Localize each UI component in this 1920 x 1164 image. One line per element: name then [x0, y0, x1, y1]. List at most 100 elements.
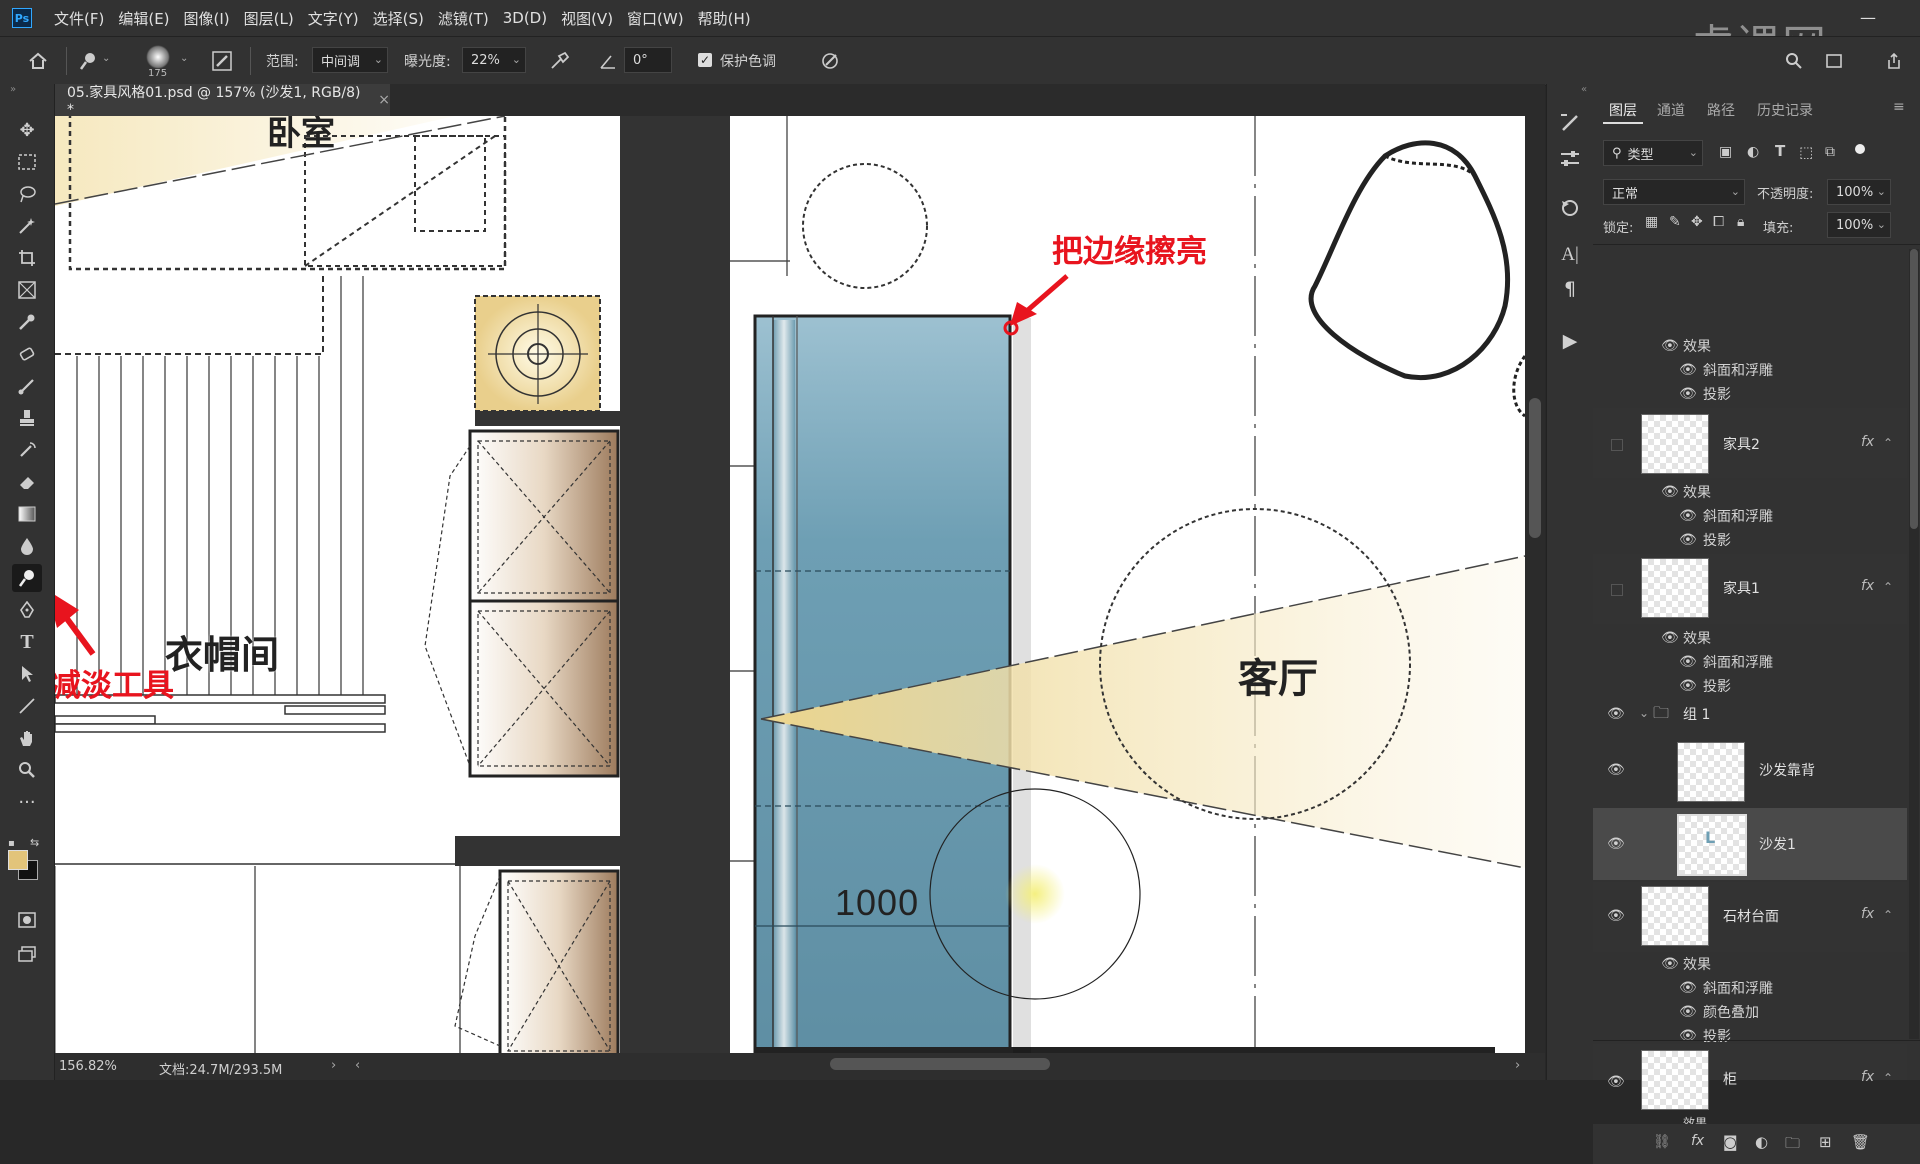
zoom-level[interactable]: 156.82% [59, 1059, 117, 1074]
lock-position-icon[interactable]: ✥ [1691, 214, 1703, 230]
layer-visibility-icon[interactable]: 👁︎ [1607, 706, 1625, 722]
adjustment-filter-icon[interactable]: ◐ [1747, 144, 1759, 160]
lock-all-icon[interactable]: 🔒︎ [1737, 214, 1744, 230]
shape-filter-icon[interactable]: ⬚ [1799, 143, 1813, 161]
brush-preview-icon[interactable] [146, 45, 170, 69]
line-tool-icon[interactable] [12, 692, 42, 720]
layer-row-sofa-back[interactable] [1593, 736, 1907, 806]
link-layers-icon[interactable]: ⛓︎ [1653, 1134, 1671, 1150]
menu-file[interactable]: 文件(F) [54, 8, 104, 29]
effect-visibility-icon[interactable]: 👁︎ [1679, 678, 1697, 694]
workspace-icon[interactable] [1822, 49, 1846, 73]
effect-visibility-icon[interactable]: 👁︎ [1661, 484, 1679, 500]
paragraph-panel-icon[interactable]: ¶ [1557, 276, 1583, 302]
effect-visibility-icon[interactable]: 👁︎ [1679, 532, 1697, 548]
scroll-left-icon[interactable]: ‹ [355, 1058, 360, 1073]
fill-input[interactable]: 100% ⌄ [1827, 212, 1891, 238]
layer-visibility-icon[interactable]: 👁︎ [1607, 762, 1625, 778]
airbrush-icon[interactable] [548, 49, 572, 73]
effect-bevel-emboss[interactable]: 斜面和浮雕 [1703, 652, 1773, 672]
effect-visibility-icon[interactable]: 👁︎ [1679, 508, 1697, 524]
adjustment-layer-icon[interactable]: ◐ [1755, 1133, 1768, 1151]
layers-scrollbar-thumb[interactable] [1910, 249, 1918, 529]
menu-image[interactable]: 图像(I) [184, 8, 230, 29]
chevron-up-icon[interactable]: ⌃ [1883, 908, 1893, 922]
chevron-down-icon[interactable]: ⌄ [102, 53, 110, 64]
horizontal-scrollbar-thumb[interactable] [830, 1058, 1050, 1070]
add-mask-icon[interactable]: ◙ [1723, 1133, 1738, 1151]
menu-3d[interactable]: 3D(D) [503, 9, 547, 27]
document-tab[interactable]: 05.家具风格01.psd @ 157% (沙发1, RGB/8) * × [55, 84, 390, 118]
layer-visibility-toggle[interactable] [1611, 584, 1623, 596]
effect-bevel-emboss[interactable]: 斜面和浮雕 [1703, 360, 1773, 380]
effect-visibility-icon[interactable]: 👁︎ [1679, 980, 1697, 996]
layer-row-sofa1[interactable] [1593, 808, 1907, 880]
new-group-icon[interactable]: 🗀︎ [1785, 1133, 1800, 1158]
chevron-right-icon[interactable]: › [331, 1058, 336, 1073]
close-tab-icon[interactable]: × [378, 92, 390, 108]
menu-select[interactable]: 选择(S) [373, 8, 424, 29]
eyedropper-tool-icon[interactable] [12, 308, 42, 336]
effect-visibility-icon[interactable]: 👁︎ [1661, 956, 1679, 972]
chevron-up-icon[interactable]: ⌃ [1883, 580, 1893, 594]
brush-settings-icon[interactable] [210, 49, 234, 73]
adjustments-panel-icon[interactable] [1557, 146, 1583, 172]
menu-view[interactable]: 视图(V) [561, 8, 613, 29]
type-filter-icon[interactable]: T [1775, 142, 1785, 160]
add-style-icon[interactable]: fx [1691, 1133, 1704, 1149]
character-panel-icon[interactable]: A| [1557, 242, 1583, 268]
vertical-scrollbar-thumb[interactable] [1529, 398, 1541, 538]
collapse-toolbar-icon[interactable]: » [10, 84, 16, 95]
vertical-scrollbar[interactable] [1525, 116, 1545, 1053]
angle-input[interactable]: 0° [624, 47, 672, 73]
effect-bevel-emboss[interactable]: 斜面和浮雕 [1703, 506, 1773, 526]
effect-drop-shadow[interactable]: 投影 [1703, 384, 1731, 404]
chevron-down-icon[interactable]: ⌄ [180, 53, 188, 64]
delete-layer-icon[interactable]: 🗑︎ [1851, 1133, 1870, 1151]
menu-filter[interactable]: 滤镜(T) [438, 8, 489, 29]
lock-transparency-icon[interactable]: ▦ [1645, 214, 1658, 230]
layer-visibility-toggle[interactable] [1611, 439, 1623, 451]
pen-tool-icon[interactable] [12, 596, 42, 624]
frame-tool-icon[interactable] [12, 276, 42, 304]
swap-colors-icon[interactable]: ⇆ [30, 836, 39, 849]
effect-drop-shadow[interactable]: 投影 [1703, 530, 1731, 550]
magic-wand-tool-icon[interactable] [12, 212, 42, 240]
quick-mask-icon[interactable] [12, 906, 42, 934]
lock-pixels-icon[interactable]: ✎ [1669, 214, 1681, 230]
tab-layers[interactable]: 图层 [1609, 100, 1637, 120]
share-icon[interactable] [1882, 49, 1906, 73]
default-colors-icon[interactable]: ▪ [8, 838, 15, 849]
effect-visibility-icon[interactable]: 👁︎ [1679, 362, 1697, 378]
pressure-size-icon[interactable] [818, 49, 842, 73]
effect-visibility-icon[interactable]: 👁︎ [1661, 630, 1679, 646]
effect-visibility-icon[interactable]: 👁︎ [1661, 338, 1679, 354]
smart-object-filter-icon[interactable]: ⧉ [1825, 144, 1835, 160]
eraser-tool-icon[interactable] [12, 468, 42, 496]
menu-layer[interactable]: 图层(L) [244, 8, 294, 29]
foreground-color-swatch[interactable] [8, 850, 28, 870]
protect-tones-checkbox[interactable]: ✓ [698, 53, 712, 67]
panel-menu-icon[interactable]: ≡ [1893, 99, 1905, 115]
history-brush-tool-icon[interactable] [12, 436, 42, 464]
range-select[interactable]: 中间调 ⌄ [312, 47, 388, 73]
layer-visibility-icon[interactable]: 👁︎ [1607, 1074, 1625, 1090]
dodge-tool-preset-icon[interactable] [76, 49, 100, 73]
menu-edit[interactable]: 编辑(E) [118, 8, 169, 29]
tab-history[interactable]: 历史记录 [1757, 100, 1813, 120]
layer-visibility-icon[interactable]: 👁︎ [1607, 836, 1625, 852]
brush-tool-icon[interactable] [12, 372, 42, 400]
opacity-input[interactable]: 100% ⌄ [1827, 179, 1891, 205]
chevron-up-icon[interactable]: ⌃ [1883, 436, 1893, 450]
hand-tool-icon[interactable] [12, 724, 42, 752]
healing-brush-tool-icon[interactable] [12, 340, 42, 368]
exposure-input[interactable]: 22% ⌄ [462, 47, 526, 73]
menu-window[interactable]: 窗口(W) [627, 8, 684, 29]
blur-tool-icon[interactable] [12, 532, 42, 560]
effect-drop-shadow[interactable]: 投影 [1703, 1026, 1731, 1046]
effect-visibility-icon[interactable]: 👁︎ [1679, 1028, 1697, 1044]
actions-play-icon[interactable]: ▶ [1557, 328, 1583, 354]
canvas[interactable]: 卧室 衣帽间 客厅 1000 把边缘擦亮 减淡工具 [55, 116, 1525, 1053]
history-panel-icon[interactable] [1557, 194, 1583, 220]
marquee-tool-icon[interactable] [12, 148, 42, 176]
